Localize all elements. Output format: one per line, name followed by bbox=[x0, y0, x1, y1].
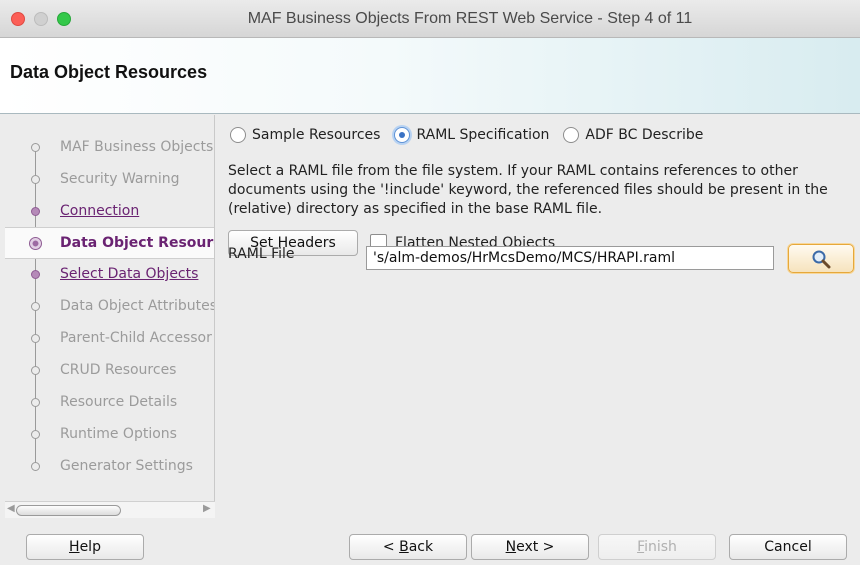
cancel-button[interactable]: Cancel bbox=[729, 534, 847, 560]
wizard-header: Data Object Resources bbox=[0, 38, 860, 114]
step-current-dot-icon bbox=[29, 237, 42, 250]
step-label: CRUD Resources bbox=[60, 362, 177, 378]
step-label: Resource Details bbox=[60, 394, 178, 410]
step-dot-icon bbox=[31, 462, 40, 471]
page-title: Data Object Resources bbox=[10, 62, 208, 82]
step-label: Security Warning bbox=[60, 171, 180, 187]
step-dot-icon bbox=[31, 398, 40, 407]
raml-file-input[interactable]: 's/alm-demos/HrMcsDemo/MCS/HRAPI.raml bbox=[366, 246, 774, 270]
button-prefix: < bbox=[382, 539, 400, 555]
step-parent-child-accessors: Parent-Child Accessor bbox=[5, 323, 214, 355]
content-panel: Sample Resources RAML Specification ADF … bbox=[216, 115, 860, 518]
step-resource-details: Resource Details bbox=[5, 387, 214, 419]
step-generator-settings: Generator Settings bbox=[5, 451, 214, 483]
title-bar: MAF Business Objects From REST Web Servi… bbox=[0, 0, 860, 38]
step-security-warning: Security Warning bbox=[5, 164, 214, 196]
button-label: ack bbox=[408, 539, 434, 555]
window-title: MAF Business Objects From REST Web Servi… bbox=[247, 10, 693, 27]
nav-horizontal-scrollbar[interactable]: ◀ ▶ bbox=[5, 501, 215, 518]
step-label[interactable]: Select Data Objects bbox=[60, 266, 198, 282]
mnemonic: B bbox=[399, 539, 409, 555]
step-maf-business-objects: MAF Business Objects bbox=[5, 132, 214, 164]
button-label: elp bbox=[79, 539, 101, 555]
step-dot-icon bbox=[31, 207, 40, 216]
radio-adf-bc-describe[interactable] bbox=[563, 127, 580, 143]
step-runtime-options: Runtime Options bbox=[5, 419, 214, 451]
radio-label[interactable]: ADF BC Describe bbox=[585, 127, 703, 143]
browse-button[interactable] bbox=[788, 244, 854, 273]
step-dot-icon bbox=[31, 270, 40, 279]
step-dot-icon bbox=[31, 334, 40, 343]
magnifier-icon bbox=[812, 250, 831, 269]
step-dot-icon bbox=[31, 175, 40, 184]
button-label: inish bbox=[644, 539, 677, 555]
back-button[interactable]: < Back bbox=[349, 534, 467, 560]
button-label: ext > bbox=[516, 539, 555, 555]
source-radio-group: Sample Resources RAML Specification ADF … bbox=[230, 127, 717, 143]
scroll-right-icon[interactable]: ▶ bbox=[203, 503, 211, 514]
step-data-object-resources[interactable]: Data Object Resourc bbox=[5, 227, 215, 259]
radio-raml-specification[interactable] bbox=[394, 127, 411, 143]
mnemonic: H bbox=[69, 539, 80, 555]
finish-button: Finish bbox=[598, 534, 716, 560]
step-label: Data Object Attributes bbox=[60, 298, 215, 314]
next-button[interactable]: Next > bbox=[471, 534, 589, 560]
step-dot-icon bbox=[31, 366, 40, 375]
description-text: Select a RAML file from the file system.… bbox=[228, 163, 828, 217]
mnemonic: N bbox=[505, 539, 517, 555]
step-crud-resources: CRUD Resources bbox=[5, 355, 214, 387]
step-label: MAF Business Objects bbox=[60, 139, 214, 155]
step-dot-icon bbox=[31, 143, 40, 152]
radio-label[interactable]: Sample Resources bbox=[252, 127, 380, 143]
step-dot-icon bbox=[31, 302, 40, 311]
wizard-steps-nav: MAF Business Objects Security Warning Co… bbox=[5, 115, 215, 518]
step-dot-icon bbox=[31, 430, 40, 439]
step-label: Data Object Resourc bbox=[60, 235, 215, 251]
step-label: Parent-Child Accessor bbox=[60, 330, 212, 346]
radio-sample-resources[interactable] bbox=[230, 127, 246, 143]
help-button[interactable]: Help bbox=[26, 534, 144, 560]
step-data-object-attributes: Data Object Attributes bbox=[5, 291, 215, 323]
step-label: Generator Settings bbox=[60, 458, 193, 474]
raml-file-label: RAML File bbox=[228, 246, 295, 262]
step-label: Runtime Options bbox=[60, 426, 177, 442]
step-select-data-objects[interactable]: Select Data Objects bbox=[5, 259, 214, 291]
step-label[interactable]: Connection bbox=[60, 203, 139, 219]
step-connection[interactable]: Connection bbox=[5, 196, 214, 228]
scroll-left-icon[interactable]: ◀ bbox=[7, 503, 15, 514]
radio-label[interactable]: RAML Specification bbox=[416, 127, 549, 143]
scrollbar-thumb[interactable] bbox=[16, 505, 121, 516]
